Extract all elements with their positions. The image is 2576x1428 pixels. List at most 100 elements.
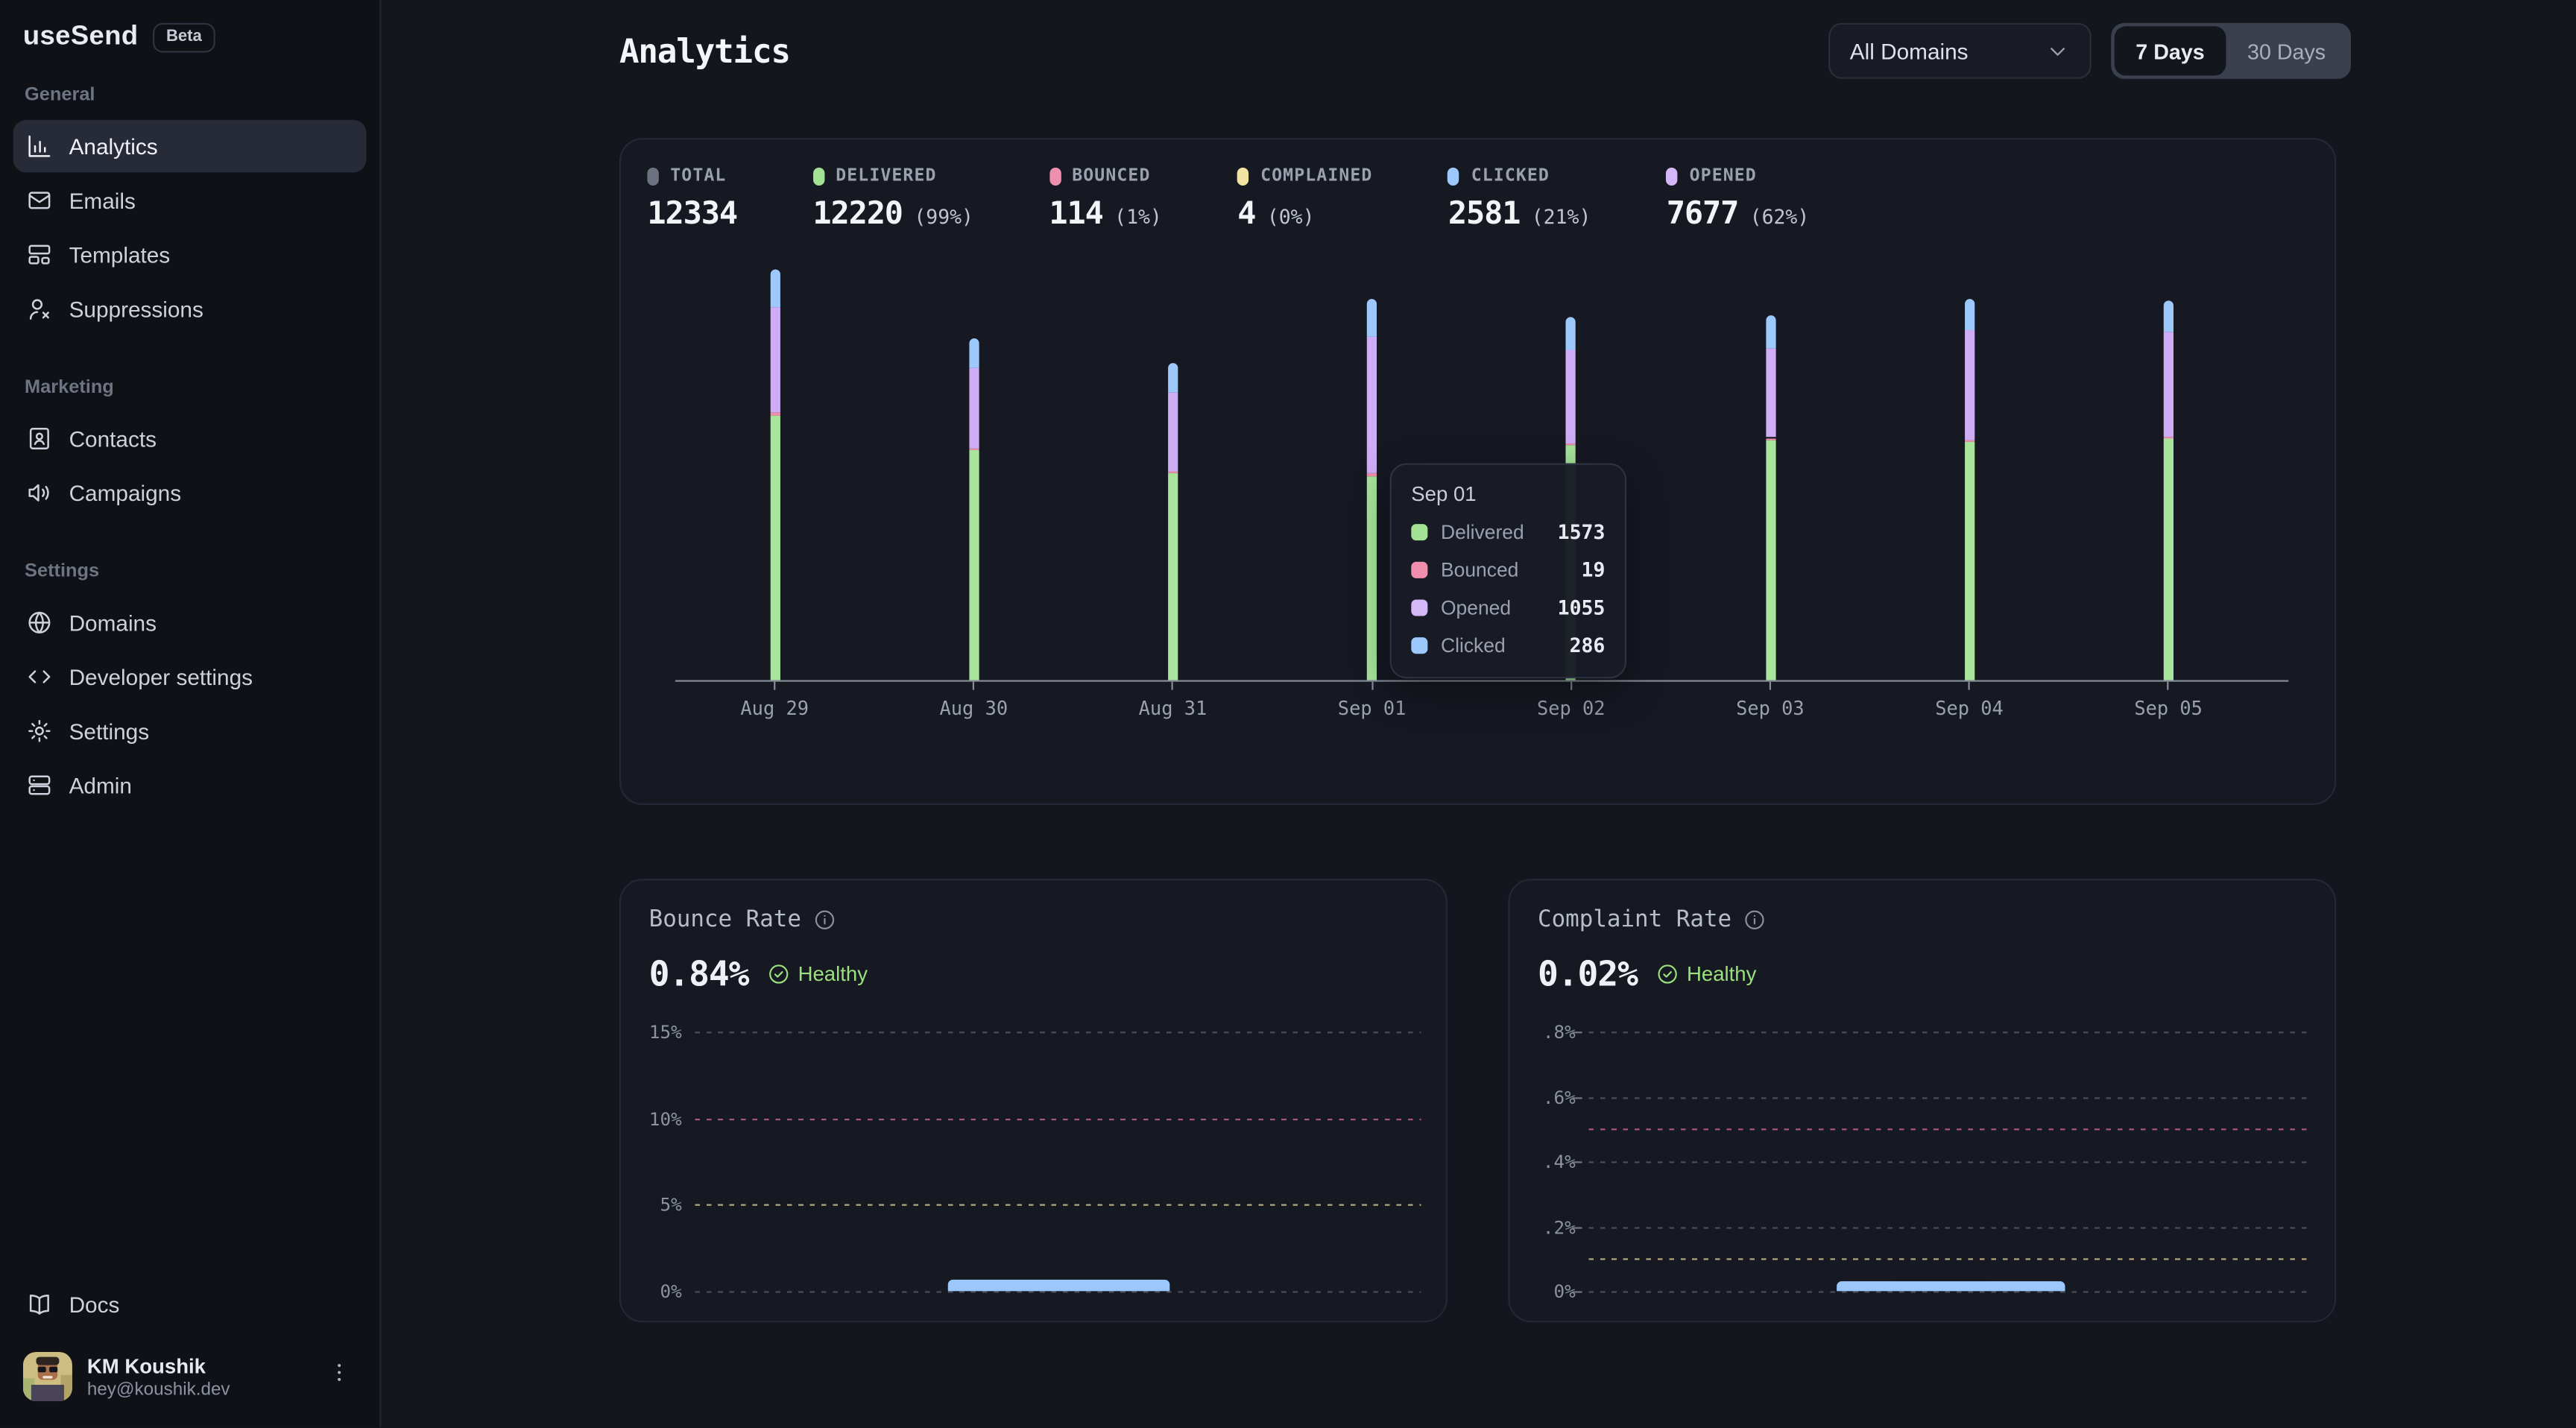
bar-segment-clicked[interactable] [1566, 317, 1576, 350]
stat-percent: (62%) [1750, 206, 1810, 229]
bar-segment-opened[interactable] [770, 308, 780, 413]
x-axis-label: Sep 05 [2103, 697, 2234, 720]
bar-segment-opened[interactable] [1765, 348, 1775, 437]
bounce-rate-bar[interactable] [947, 1280, 1169, 1291]
bar-segment-delivered[interactable] [1964, 442, 1974, 680]
stat-dot [812, 167, 824, 185]
bar-segment-clicked[interactable] [1964, 299, 1974, 330]
settings-icon [26, 718, 52, 744]
bar-segment-bounced[interactable] [1765, 437, 1775, 440]
stat-label: COMPLAINED [1260, 166, 1372, 186]
bar-segment-delivered[interactable] [969, 451, 979, 680]
gridline [695, 1291, 1421, 1292]
sidebar-item-developer-settings[interactable]: Developer settings [13, 651, 367, 704]
sidebar-item-label: Developer settings [69, 665, 253, 689]
complaint-rate-bar[interactable] [1837, 1281, 2065, 1291]
tooltip-label: Delivered [1441, 521, 1544, 544]
tooltip-swatch [1411, 562, 1427, 578]
sidebar-item-label: Domains [69, 610, 157, 635]
page-title: Analytics [619, 31, 790, 71]
y-axis-label: .6% [1516, 1087, 1575, 1108]
mail-icon [26, 187, 52, 213]
complaint-rate-value: 0.02% [1538, 955, 1638, 994]
bar-segment-bounced[interactable] [1168, 472, 1178, 474]
bar-segment-delivered[interactable] [1367, 476, 1377, 680]
bar-segment-bounced[interactable] [770, 413, 780, 415]
bar-segment-delivered[interactable] [2164, 438, 2174, 680]
book-open-icon [26, 1292, 52, 1318]
y-axis-label: 15% [622, 1022, 681, 1043]
sidebar-item-docs[interactable]: Docs [13, 1278, 367, 1331]
bar-segment-clicked[interactable] [1168, 364, 1178, 393]
stat-value: 12220 [812, 195, 903, 231]
x-axis-label: Sep 02 [1506, 697, 1637, 720]
sidebar-item-admin[interactable]: Admin [13, 759, 367, 812]
range-option-7-days[interactable]: 7 Days [2115, 26, 2226, 75]
x-axis-tick [1371, 682, 1373, 690]
stat-percent: (99%) [914, 206, 973, 229]
sidebar-item-label: Contacts [69, 426, 157, 451]
tooltip-row: Opened1055 [1411, 596, 1605, 619]
sidebar-item-contacts[interactable]: Contacts [13, 412, 367, 465]
sidebar-item-emails[interactable]: Emails [13, 174, 367, 227]
info-icon[interactable] [812, 909, 836, 932]
chevron-down-icon [2045, 39, 2070, 63]
bar-segment-clicked[interactable] [1765, 315, 1775, 348]
tooltip-swatch [1411, 599, 1427, 616]
check-circle-icon [1655, 963, 1679, 986]
panels-top-icon [26, 241, 52, 268]
x-axis-label: Aug 29 [709, 697, 840, 720]
gridline [1588, 1226, 2310, 1228]
check-circle-icon [767, 963, 790, 986]
bar-segment-delivered[interactable] [770, 416, 780, 680]
sidebar-item-domains[interactable]: Domains [13, 596, 367, 649]
app-logo: useSend [23, 22, 139, 53]
sidebar-item-campaigns[interactable]: Campaigns [13, 467, 367, 519]
bar-segment-bounced[interactable] [969, 449, 979, 451]
bar-segment-clicked[interactable] [2164, 301, 2174, 332]
stat-value: 4 [1237, 195, 1255, 231]
x-axis-label: Sep 03 [1705, 697, 1836, 720]
avatar [23, 1353, 72, 1402]
stat-label: DELIVERED [836, 166, 936, 186]
stat-value: 7677 [1667, 195, 1738, 231]
domain-filter-select[interactable]: All Domains [1828, 23, 2092, 79]
bar-segment-bounced[interactable] [1367, 473, 1377, 476]
y-axis-label: 0% [622, 1281, 681, 1303]
x-axis-line [675, 680, 2288, 681]
bar-segment-opened[interactable] [1964, 330, 1974, 440]
sidebar-item-analytics[interactable]: Analytics [13, 120, 367, 173]
bar-segment-bounced[interactable] [1964, 440, 1974, 443]
sidebar-item-label: Admin [69, 773, 132, 797]
x-axis-label: Sep 04 [1904, 697, 2035, 720]
stat-delivered: DELIVERED 12220 (99%) [812, 166, 973, 232]
y-axis-label: 5% [622, 1195, 681, 1216]
kebab-menu-button[interactable] [322, 1353, 356, 1402]
bar-segment-bounced[interactable] [2164, 437, 2174, 439]
bar-segment-opened[interactable] [1168, 392, 1178, 472]
sidebar-item-settings[interactable]: Settings [13, 705, 367, 758]
bar-segment-clicked[interactable] [969, 338, 979, 367]
user-row[interactable]: KM Koushik hey@koushik.dev [13, 1333, 367, 1428]
domain-filter-value: All Domains [1850, 39, 1969, 63]
bar-segment-delivered[interactable] [1168, 474, 1178, 680]
bar-segment-opened[interactable] [1566, 350, 1576, 444]
sidebar-item-templates[interactable]: Templates [13, 228, 367, 281]
stat-dot [1237, 167, 1248, 185]
gridline [695, 1118, 1421, 1119]
bar-segment-bounced[interactable] [1566, 444, 1576, 446]
stat-clicked: CLICKED2581(21%) [1448, 166, 1591, 232]
bar-segment-clicked[interactable] [770, 270, 780, 308]
range-option-30-days[interactable]: 30 Days [2226, 26, 2346, 75]
y-axis-tick [1572, 1226, 1582, 1228]
sidebar-item-suppressions[interactable]: Suppressions [13, 282, 367, 335]
bar-segment-opened[interactable] [2164, 332, 2174, 436]
threshold-line [1588, 1129, 2310, 1131]
bar-segment-opened[interactable] [969, 367, 979, 449]
bar-segment-clicked[interactable] [1367, 299, 1377, 336]
bar-segment-delivered[interactable] [1765, 440, 1775, 680]
stat-percent: (1%) [1114, 206, 1162, 229]
info-icon[interactable] [1743, 909, 1767, 932]
bar-segment-opened[interactable] [1367, 336, 1377, 473]
gridline [695, 1031, 1421, 1033]
